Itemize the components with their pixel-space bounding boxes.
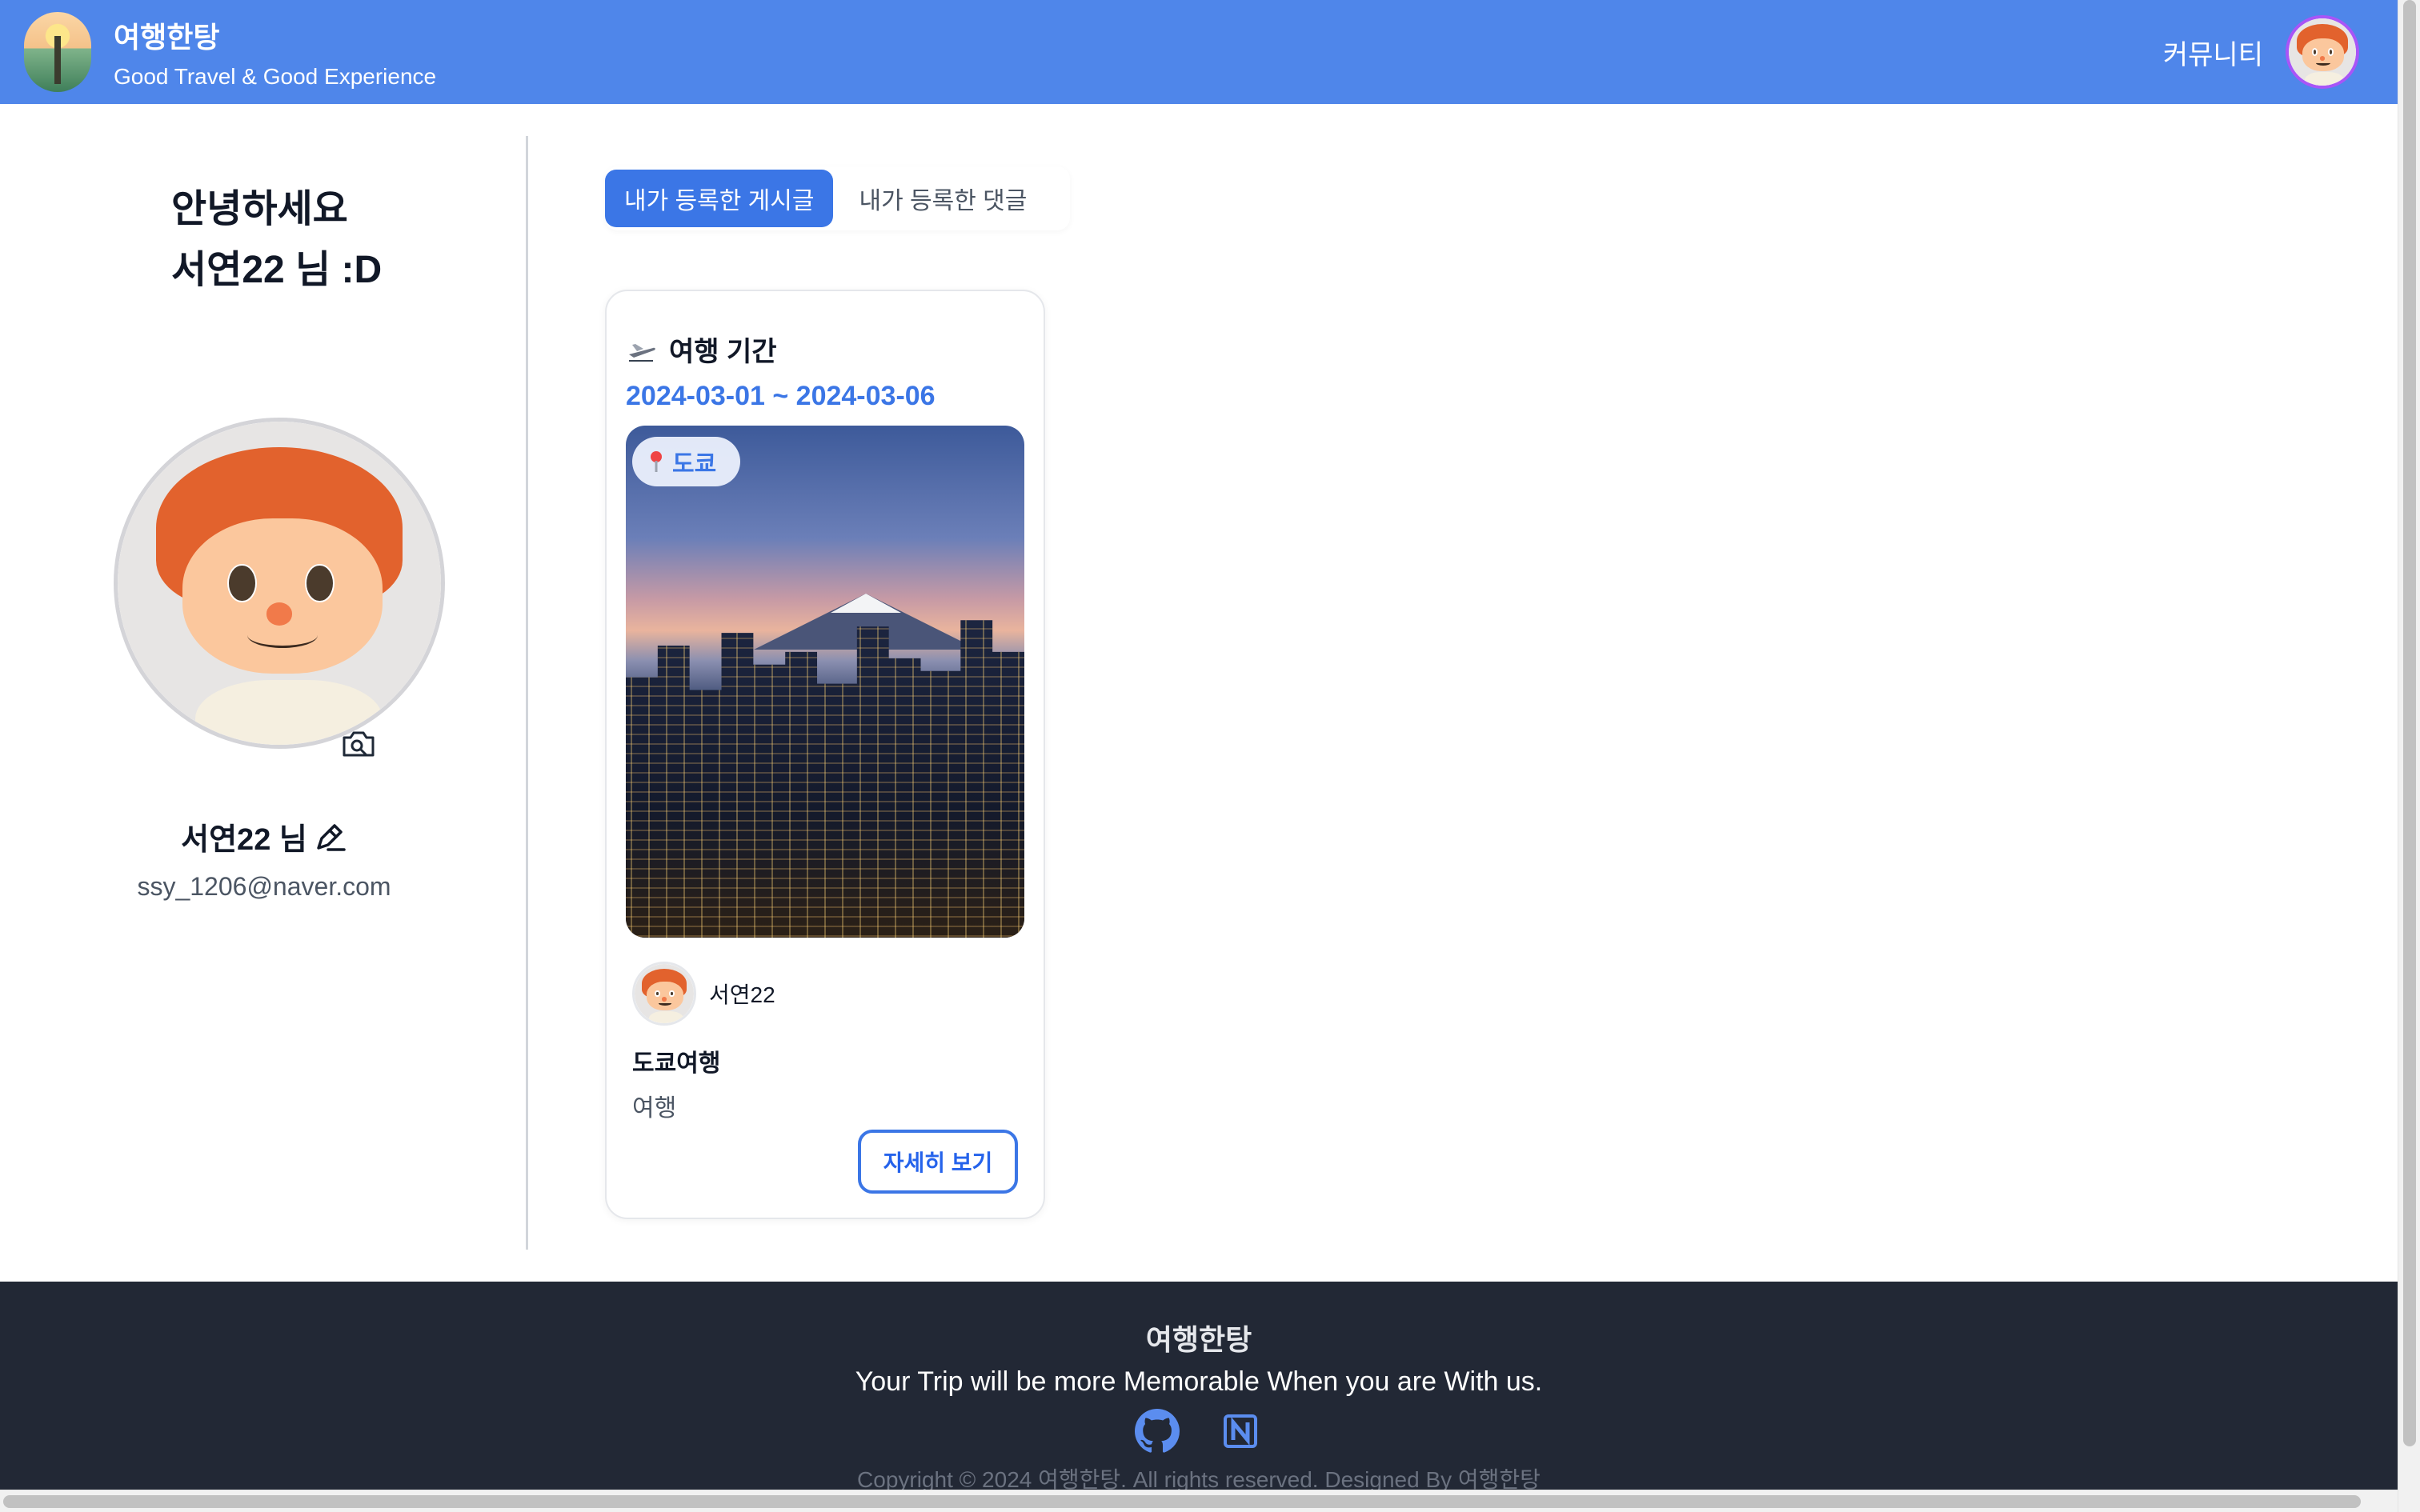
profile-photo xyxy=(114,418,445,749)
location-badge: 도쿄 xyxy=(632,437,741,486)
horizontal-scrollbar[interactable] xyxy=(0,1490,2398,1512)
brand[interactable]: 여행한탕 Good Travel & Good Experience xyxy=(24,12,436,92)
vertical-scrollbar[interactable] xyxy=(2398,0,2420,1512)
horizontal-scroll-thumb[interactable] xyxy=(3,1495,2361,1508)
brand-logo[interactable] xyxy=(24,12,91,92)
page: 여행한탕 Good Travel & Good Experience 커뮤니티 … xyxy=(0,0,2420,1512)
top-navbar: 여행한탕 Good Travel & Good Experience 커뮤니티 xyxy=(0,0,2398,104)
notion-icon[interactable] xyxy=(1217,1408,1264,1454)
avatar xyxy=(2289,18,2356,86)
period-label: 여행 기간 xyxy=(669,337,777,367)
post-category: 여행 xyxy=(632,1095,677,1122)
post-comment-tabs: 내가 등록한 게시글 내가 등록한 댓글 xyxy=(605,166,1071,230)
footer-tagline: Your Trip will be more Memorable When yo… xyxy=(855,1366,1543,1397)
camera-search-icon[interactable] xyxy=(339,726,378,762)
author-avatar xyxy=(632,962,696,1026)
author-row: 서연22 xyxy=(632,962,775,1026)
post-title: 도쿄여행 xyxy=(632,1050,721,1077)
profile-avatar xyxy=(118,422,441,745)
greeting-line-1: 안녕하세요 xyxy=(171,188,348,230)
nickname: 서연22 님 xyxy=(181,823,307,857)
view-detail-button[interactable]: 자세히 보기 xyxy=(858,1130,1018,1194)
nickname-row: 서연22 님 xyxy=(0,814,528,858)
brand-title[interactable]: 여행한탕 xyxy=(114,14,436,56)
snowcap xyxy=(831,594,901,613)
tab-my-comments[interactable]: 내가 등록한 댓글 xyxy=(839,170,1046,227)
community-link[interactable]: 커뮤니티 xyxy=(2163,33,2263,72)
greeting-line-2: 서연22 님 :D xyxy=(171,249,383,291)
footer-icons xyxy=(0,1408,2398,1454)
pencil-icon[interactable] xyxy=(312,819,347,854)
header-right: 커뮤니티 xyxy=(2163,15,2359,89)
greeting: 안녕하세요 서연22 님 :D xyxy=(171,179,382,301)
travel-period-row: 여행 기간 xyxy=(626,330,777,369)
user-avatar-button[interactable] xyxy=(2286,15,2359,89)
period-dates: 2024-03-01 ~ 2024-03-06 xyxy=(626,381,936,411)
airplane-icon xyxy=(626,334,658,366)
profile-panel: 안녕하세요 서연22 님 :D 서연22 님 ssy_1206@naver.co… xyxy=(0,136,528,1250)
brand-text: 여행한탕 Good Travel & Good Experience xyxy=(114,14,436,90)
map-pin-icon xyxy=(647,450,666,474)
vertical-scroll-thumb[interactable] xyxy=(2403,0,2416,1446)
author-name: 서연22 xyxy=(709,982,775,1007)
brand-subtitle: Good Travel & Good Experience xyxy=(114,64,437,89)
post-image[interactable]: 도쿄 xyxy=(626,426,1024,938)
location-label: 도쿄 xyxy=(672,451,717,478)
city-skyline xyxy=(626,620,1024,938)
footer: 여행한탕 Your Trip will be more Memorable Wh… xyxy=(0,1282,2398,1512)
tab-my-posts[interactable]: 내가 등록한 게시글 xyxy=(605,170,834,227)
post-card: 여행 기간 2024-03-01 ~ 2024-03-06 도쿄 서연22 도쿄… xyxy=(605,290,1045,1219)
footer-title: 여행한탕 xyxy=(1145,1323,1252,1356)
email: ssy_1206@naver.com xyxy=(137,872,391,901)
github-icon[interactable] xyxy=(1134,1408,1180,1454)
